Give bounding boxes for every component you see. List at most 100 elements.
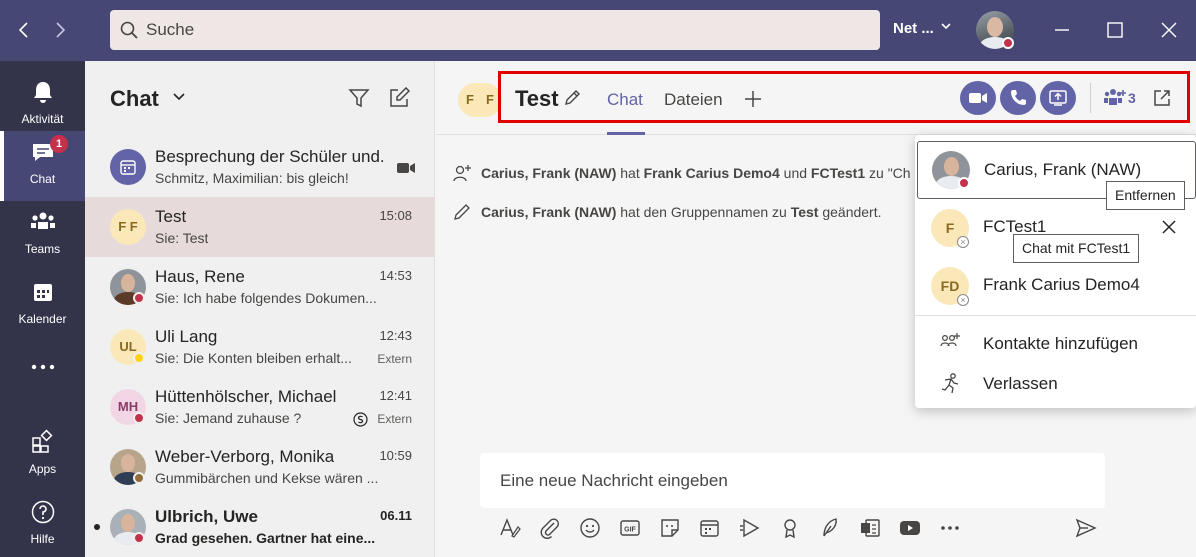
message-input[interactable] <box>500 453 1090 508</box>
feather-button[interactable] <box>818 516 842 540</box>
forward-button[interactable] <box>50 20 70 40</box>
participant-count[interactable]: 3 <box>1128 90 1136 106</box>
avatar-face <box>121 454 135 472</box>
youtube-icon <box>900 521 920 535</box>
search-input[interactable] <box>146 10 866 50</box>
avatar-face <box>121 274 135 292</box>
stream-button[interactable] <box>738 516 762 540</box>
paperclip-icon <box>540 518 560 539</box>
more-options-button[interactable] <box>938 516 962 540</box>
remove-participant-icon[interactable] <box>1159 217 1179 237</box>
title-bar: Net ... <box>0 0 1196 61</box>
video-camera-icon <box>969 93 987 103</box>
leave-icon <box>941 373 959 394</box>
maximize-button[interactable] <box>1103 18 1127 42</box>
chevron-down-icon[interactable] <box>940 20 952 35</box>
search-icon <box>120 21 138 39</box>
unread-indicator <box>94 524 100 530</box>
rail-more-button[interactable] <box>0 351 85 391</box>
pencil-icon[interactable] <box>563 89 581 107</box>
rail-item-chat[interactable]: 1 Chat <box>0 131 85 201</box>
video-call-icon <box>397 163 415 173</box>
sticker-button[interactable] <box>658 516 682 540</box>
gif-icon: GIF <box>620 520 640 536</box>
chat-preview: Sie: Test <box>155 230 209 246</box>
chat-time: 10:59 <box>379 448 412 463</box>
rail-item-help[interactable]: Hilfe <box>0 491 85 557</box>
chat-row-huettenhoelscher[interactable]: MH Hüttenhölscher, Michael Sie: Jemand z… <box>85 377 434 437</box>
filter-icon[interactable] <box>348 87 370 109</box>
add-contacts-action[interactable]: Kontakte hinzufügen <box>915 323 1196 363</box>
attach-button[interactable] <box>538 516 562 540</box>
popout-icon[interactable] <box>1152 88 1172 108</box>
chat-preview: Sie: Die Konten bleiben erhalt... <box>155 350 352 366</box>
help-icon <box>31 500 55 524</box>
video-call-button[interactable] <box>960 81 996 115</box>
audio-call-button[interactable] <box>1000 81 1036 115</box>
gif-button[interactable]: GIF <box>618 516 642 540</box>
send-button[interactable] <box>1074 516 1098 540</box>
rail-item-calendar[interactable]: Kalender <box>0 271 85 341</box>
back-button[interactable] <box>14 20 34 40</box>
calendar-icon <box>34 284 52 301</box>
chat-name: Haus, Rene <box>155 267 245 286</box>
schedule-meeting-button[interactable] <box>698 516 722 540</box>
format-button[interactable] <box>498 516 522 540</box>
rail-item-apps[interactable]: Apps <box>0 421 85 491</box>
chat-preview: Sie: Jemand zuhause ? <box>155 410 302 426</box>
youtube-button[interactable] <box>898 516 922 540</box>
chat-time: 06.11 <box>380 508 412 523</box>
participant-row[interactable]: FD × Frank Carius Demo4 <box>915 257 1196 315</box>
chat-row-meeting[interactable]: Besprechung der Schüler und... Schmitz, … <box>85 137 434 197</box>
chat-title: Test <box>515 86 559 111</box>
search-box[interactable] <box>110 10 880 50</box>
forms-button[interactable] <box>858 516 882 540</box>
chat-list-title[interactable]: Chat <box>110 86 159 112</box>
avatar-face <box>121 514 135 532</box>
chat-row-weber-verborg[interactable]: Weber-Verborg, Monika Gummibärchen und K… <box>85 437 434 497</box>
add-tab-icon[interactable] <box>743 89 763 109</box>
action-label: Kontakte hinzufügen <box>983 334 1139 353</box>
rail-label: Teams <box>24 242 61 256</box>
pencil-icon <box>454 204 470 220</box>
chevron-down-icon[interactable] <box>171 89 187 105</box>
chat-list-pane: Chat Besprechung der Schüler und... Schm… <box>85 61 435 557</box>
skype-icon <box>353 412 368 427</box>
chat-preview: Gummibärchen und Kekse wären ... <box>155 470 379 486</box>
message-composer[interactable] <box>480 453 1105 508</box>
presence-busy-icon <box>133 412 145 424</box>
tab-chat[interactable]: Chat <box>607 90 643 110</box>
chat-name: Uli Lang <box>155 327 218 346</box>
tab-files[interactable]: Dateien <box>664 90 723 110</box>
avatar-face <box>987 17 1003 37</box>
chat-time: 12:43 <box>379 328 412 343</box>
more-icon <box>941 526 959 530</box>
emoji-button[interactable] <box>578 516 602 540</box>
rail-label: Kalender <box>18 312 67 326</box>
leave-action[interactable]: Verlassen <box>915 363 1196 403</box>
minimize-button[interactable] <box>1050 18 1074 42</box>
chat-name: Ulbrich, Uwe <box>155 507 258 526</box>
presence-away-icon <box>133 352 145 364</box>
forms-icon <box>861 519 880 537</box>
more-icon <box>31 364 55 370</box>
chat-preview: Schmitz, Maximilian: bis gleich! <box>155 170 349 186</box>
org-switcher[interactable]: Net ... <box>893 20 934 37</box>
chat-row-uli-lang[interactable]: UL Uli Lang Sie: Die Konten bleiben erha… <box>85 317 434 377</box>
share-screen-icon <box>1049 90 1067 106</box>
chat-header: F F Test Chat Dateien 3 <box>436 61 1196 135</box>
chat-name: Test <box>155 207 187 226</box>
rail-item-teams[interactable]: Teams <box>0 201 85 271</box>
add-people-icon <box>940 333 960 347</box>
chat-row-test[interactable]: F F Test Sie: Test 15:08 <box>85 197 434 257</box>
active-tab-indicator <box>607 132 645 135</box>
praise-button[interactable] <box>778 516 802 540</box>
share-screen-button[interactable] <box>1040 81 1076 115</box>
presence-offline-icon: × <box>957 294 969 306</box>
chat-row-haus[interactable]: Haus, Rene Sie: Ich habe folgendes Dokum… <box>85 257 434 317</box>
chat-row-ulbrich[interactable]: Ulbrich, Uwe Grad gesehen. Gartner hat e… <box>85 497 434 557</box>
presence-offline-icon: × <box>957 236 969 248</box>
new-chat-icon[interactable] <box>388 87 410 109</box>
close-window-button[interactable] <box>1157 18 1181 42</box>
chat-time: 15:08 <box>379 208 412 223</box>
